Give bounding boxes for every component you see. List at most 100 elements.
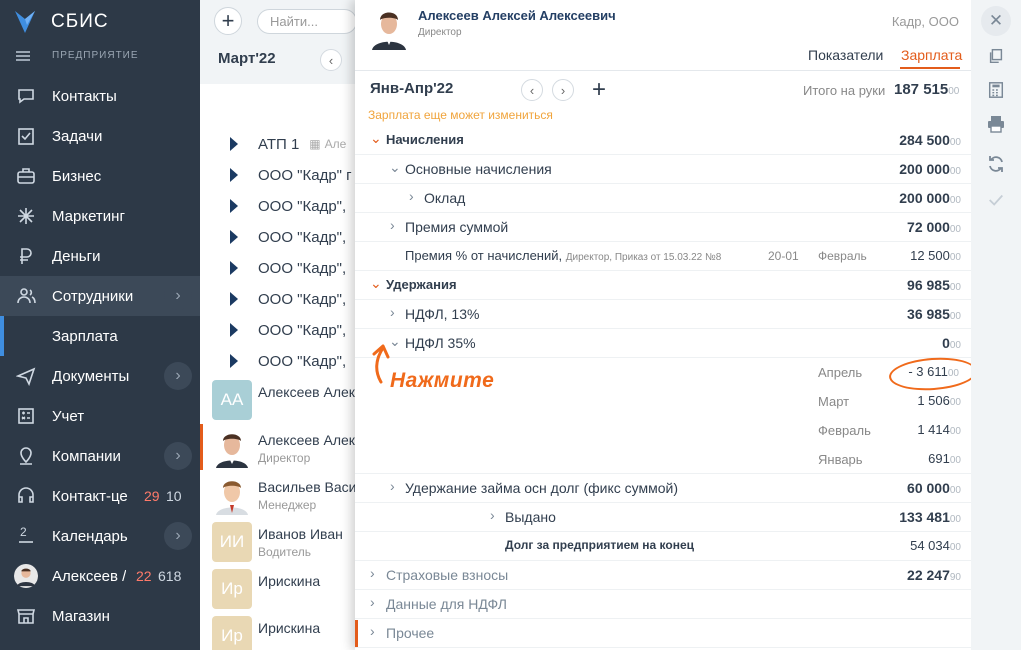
expand-icon[interactable]: [230, 292, 238, 306]
expand-icon[interactable]: [230, 230, 238, 244]
sidebar-item-label: Маркетинг: [52, 207, 125, 225]
next-period-button[interactable]: ›: [552, 79, 574, 101]
salary-panel: Алексеев Алексей Алексеевич Директор Кад…: [355, 0, 971, 650]
row-accruals[interactable]: ⌄ Начисления 284 50000: [355, 126, 971, 155]
row-month: Апрель: [818, 365, 863, 380]
sidebar-item-documents[interactable]: Документы ›: [0, 356, 200, 396]
chevron-right-icon[interactable]: ›: [390, 217, 400, 237]
list-item-org[interactable]: АТП 1 ▦ Але: [230, 133, 360, 155]
add-button[interactable]: +: [214, 7, 242, 35]
marketing-icon: [14, 204, 38, 228]
sidebar-item-employees[interactable]: Сотрудники ›: [0, 276, 200, 316]
sidebar-item-contact-center[interactable]: Контакт-це 29 10: [0, 476, 200, 516]
list-item-person[interactable]: АА Алексеев Алек: [212, 380, 360, 426]
chevron-right-icon[interactable]: ›: [164, 282, 192, 310]
list-item-person[interactable]: Ир Ирискина: [212, 616, 360, 650]
row-company-debt[interactable]: Долг за предприятием на конец 54 03400: [355, 532, 971, 561]
sidebar-item-profile[interactable]: Алексеев / 22 618: [0, 556, 200, 596]
chevron-down-icon[interactable]: ⌄: [370, 275, 382, 295]
month-selector[interactable]: Март'22: [218, 50, 276, 67]
section-switcher[interactable]: ПРЕДПРИЯТИЕ: [16, 50, 139, 61]
tab-salary[interactable]: Зарплата: [901, 47, 962, 63]
expand-icon[interactable]: [230, 354, 238, 368]
search-input[interactable]: Найти...: [257, 9, 357, 34]
prev-month-button[interactable]: ‹: [320, 49, 342, 71]
row-month-february[interactable]: Февраль 1 41400: [355, 416, 971, 445]
row-amount: 200 00000: [899, 161, 961, 177]
row-bonus-percent[interactable]: Премия % от начислений, Директор, Приказ…: [355, 242, 971, 271]
sidebar-item-companies[interactable]: Компании ›: [0, 436, 200, 476]
menu-icon[interactable]: [16, 50, 30, 61]
row-amount: 284 50000: [899, 132, 961, 148]
row-paid[interactable]: › Выдано 133 48100: [355, 503, 971, 532]
chevron-right-icon[interactable]: ›: [490, 507, 500, 527]
employees-icon: [14, 284, 38, 308]
chevron-right-icon[interactable]: ›: [370, 623, 380, 643]
chevron-right-icon[interactable]: ›: [164, 522, 192, 550]
row-other[interactable]: › Прочее: [355, 619, 971, 648]
sidebar-item-accounting[interactable]: Учет: [0, 396, 200, 436]
add-accrual-button[interactable]: +: [586, 76, 612, 103]
row-loan-deduction[interactable]: › Удержание займа осн долг (фикс суммой)…: [355, 474, 971, 503]
row-ndfl-13[interactable]: › НДФЛ, 13% 36 98500: [355, 300, 971, 329]
row-bonus-sum[interactable]: › Премия суммой 72 00000: [355, 213, 971, 242]
row-month: Март: [818, 394, 850, 409]
period-selector[interactable]: Янв-Апр'22: [370, 80, 453, 97]
chevron-right-icon[interactable]: ›: [164, 442, 192, 470]
expand-icon[interactable]: [230, 199, 238, 213]
sidebar-item-business[interactable]: Бизнес: [0, 156, 200, 196]
list-item-person[interactable]: Васильев Васи Менеджер: [212, 475, 360, 521]
sidebar-item-label: Календарь: [52, 527, 128, 545]
chevron-right-icon[interactable]: ›: [370, 565, 380, 585]
calculator-icon[interactable]: [984, 78, 1008, 102]
chevron-right-icon[interactable]: ›: [409, 188, 419, 208]
sidebar-item-store[interactable]: Магазин: [0, 596, 200, 636]
row-amount: 96 98500: [907, 277, 961, 293]
expand-icon[interactable]: [230, 137, 238, 151]
close-button[interactable]: ✕: [981, 6, 1011, 36]
sidebar-item-money[interactable]: Деньги: [0, 236, 200, 276]
prev-period-button[interactable]: ‹: [521, 79, 543, 101]
list-item-person[interactable]: ИИ Иванов Иван Водитель: [212, 522, 360, 568]
row-deductions[interactable]: ⌄ Удержания 96 98500: [355, 271, 971, 300]
row-main-accruals[interactable]: ⌄ Основные начисления 200 00000: [355, 155, 971, 184]
copy-icon[interactable]: [984, 44, 1008, 68]
chevron-right-icon[interactable]: ›: [164, 362, 192, 390]
row-ndfl-data[interactable]: › Данные для НДФЛ: [355, 590, 971, 619]
sidebar-item-salary[interactable]: Зарплата: [0, 316, 200, 356]
expand-icon[interactable]: [230, 261, 238, 275]
list-item-org[interactable]: ООО "Кадр",: [230, 350, 360, 372]
row-salary-base[interactable]: › Оклад 200 00000: [355, 184, 971, 213]
chevron-right-icon[interactable]: ›: [390, 478, 400, 498]
avatar: Ир: [212, 616, 252, 650]
expand-icon[interactable]: [230, 168, 238, 182]
list-item-person[interactable]: Ир Ирискина: [212, 569, 360, 615]
list-item-org[interactable]: ООО "Кадр",: [230, 288, 360, 310]
row-insurance[interactable]: › Страховые взносы 22 24790: [355, 561, 971, 590]
row-month-january[interactable]: Январь 69100: [355, 445, 971, 474]
chevron-down-icon[interactable]: ⌄: [389, 159, 401, 179]
expand-icon[interactable]: [230, 323, 238, 337]
chevron-right-icon[interactable]: ›: [390, 304, 400, 324]
list-item-org[interactable]: ООО "Кадр",: [230, 257, 360, 279]
sidebar-item-contacts[interactable]: Контакты: [0, 76, 200, 116]
unread-count-badge: 29: [144, 488, 160, 504]
list-item-org[interactable]: ООО "Кадр" г: [230, 164, 360, 186]
print-icon[interactable]: [984, 112, 1008, 136]
tab-indicators[interactable]: Показатели: [808, 47, 883, 63]
sidebar-item-marketing[interactable]: Маркетинг: [0, 196, 200, 236]
list-item-org[interactable]: ООО "Кадр",: [230, 319, 360, 341]
refresh-icon[interactable]: [984, 152, 1008, 176]
sidebar-item-calendar[interactable]: 2 Календарь ›: [0, 516, 200, 556]
chevron-down-icon[interactable]: ⌄: [370, 130, 382, 150]
list-item-org[interactable]: ООО "Кадр",: [230, 226, 360, 248]
company-name[interactable]: Кадр, ООО: [892, 14, 959, 29]
check-icon[interactable]: [984, 188, 1008, 212]
sidebar-item-tasks[interactable]: Задачи: [0, 116, 200, 156]
selected-row-marker: [200, 424, 203, 470]
list-item-org[interactable]: ООО "Кадр",: [230, 195, 360, 217]
employee-name[interactable]: Алексеев Алексей Алексеевич: [418, 8, 616, 23]
chevron-right-icon[interactable]: ›: [370, 594, 380, 614]
brand-logo[interactable]: СБИС: [13, 8, 109, 36]
list-item-person[interactable]: Алексеев Алек Директор: [212, 428, 360, 474]
